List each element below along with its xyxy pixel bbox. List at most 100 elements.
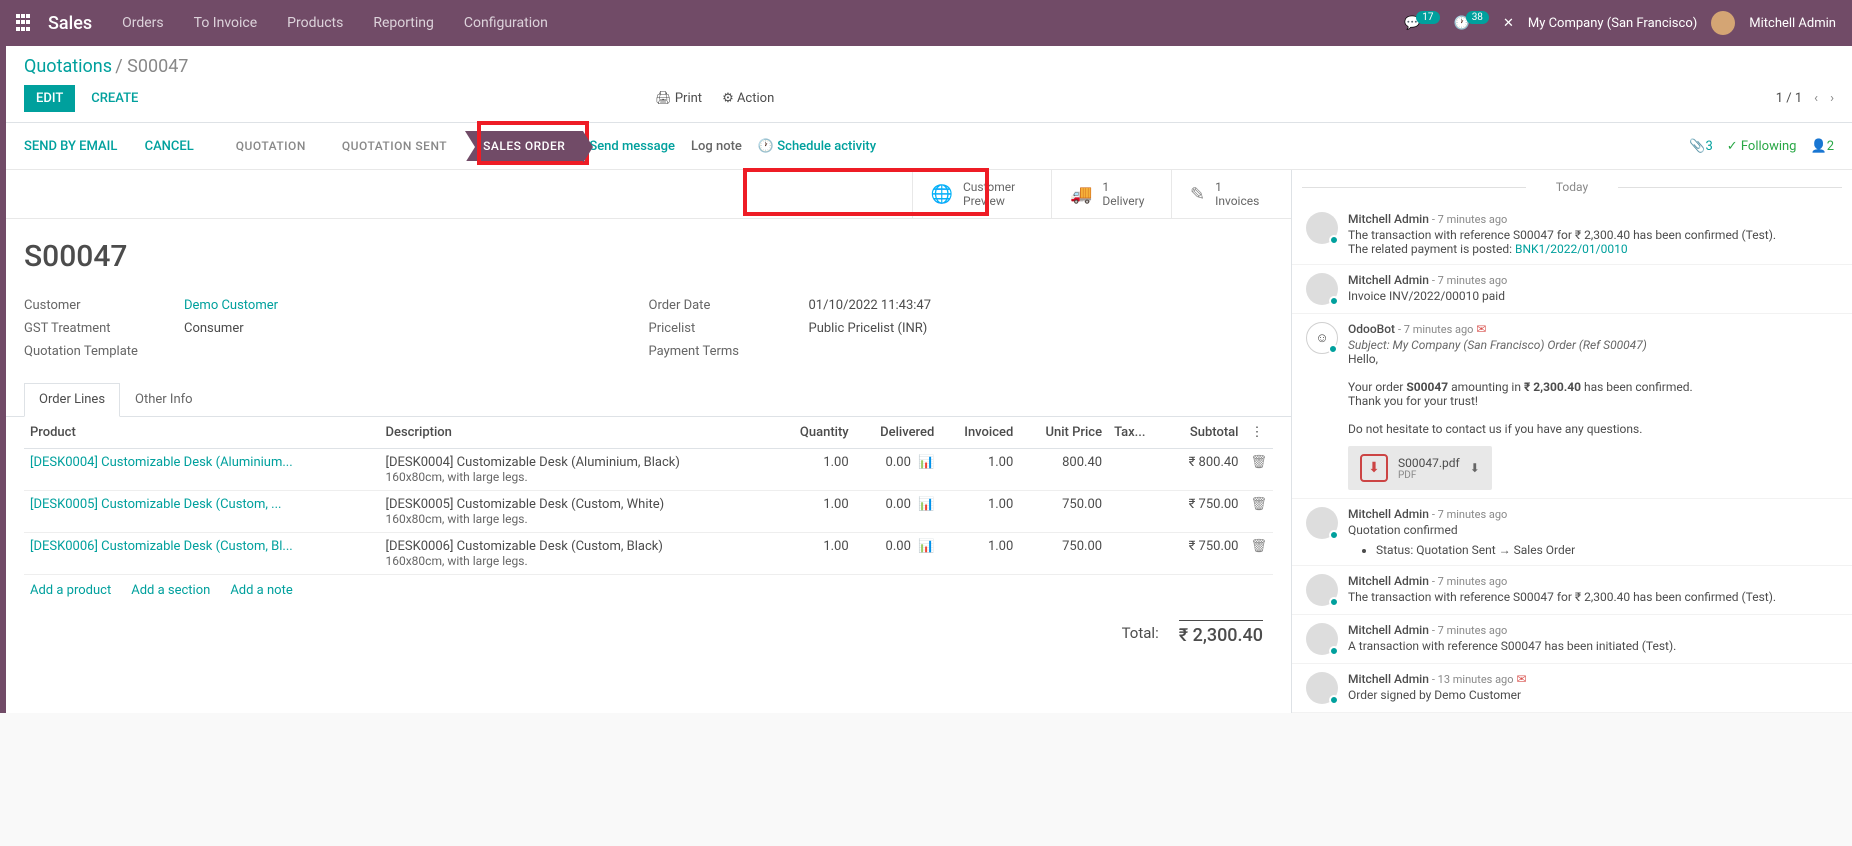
chatter-message: ☺OdooBot - 7 minutes ago ✉Subject: My Co… [1292, 314, 1852, 499]
avatar[interactable] [1306, 273, 1338, 305]
action-button[interactable]: ⚙ Action [722, 91, 774, 106]
avatar[interactable] [1711, 11, 1735, 35]
trash-icon[interactable]: 🗑 [1250, 497, 1267, 512]
apps-icon[interactable] [16, 14, 34, 32]
table-row[interactable]: [DESK0004] Customizable Desk (Aluminium.… [24, 449, 1273, 491]
log-note-button[interactable]: Log note [691, 139, 742, 154]
th-unit-price[interactable]: Unit Price [1019, 417, 1108, 449]
field-grid: CustomerDemo Customer GST TreatmentConsu… [6, 294, 1291, 383]
field-value[interactable]: Demo Customer [184, 298, 278, 313]
stat-invoices[interactable]: ✎ 1Invoices [1171, 170, 1291, 218]
status-bar: SEND BY EMAIL CANCEL QUOTATION QUOTATION… [6, 123, 1852, 170]
schedule-activity-button[interactable]: 🕐 Schedule activity [758, 139, 876, 154]
attachment-summary[interactable]: 📎3 [1689, 139, 1713, 154]
trash-icon[interactable]: 🗑 [1250, 539, 1267, 554]
create-button[interactable]: CREATE [91, 91, 138, 106]
edit-button[interactable]: EDIT [24, 85, 75, 112]
th-product[interactable]: Product [24, 417, 380, 449]
stage-sales-order[interactable]: SALES ORDER [465, 131, 583, 161]
avatar[interactable] [1306, 574, 1338, 606]
product-link[interactable]: [DESK0005] Customizable Desk (Custom, ..… [30, 497, 281, 512]
msg-author[interactable]: Mitchell Admin [1348, 672, 1429, 686]
stat-delivery[interactable]: 🚚 1Delivery [1051, 170, 1171, 218]
chart-icon[interactable]: 📊 [918, 455, 934, 470]
field-label: Order Date [649, 298, 809, 313]
menu-configuration[interactable]: Configuration [464, 15, 548, 31]
product-link[interactable]: [DESK0006] Customizable Desk (Custom, Bl… [30, 539, 293, 554]
close-icon[interactable]: ✕ [1503, 16, 1514, 31]
tab-other-info[interactable]: Other Info [120, 383, 208, 416]
trash-icon[interactable]: 🗑 [1250, 455, 1267, 470]
menu-reporting[interactable]: Reporting [373, 15, 434, 31]
tab-order-lines[interactable]: Order Lines [24, 383, 120, 417]
activity-badge[interactable]: 🕐38 [1454, 16, 1489, 31]
msg-author[interactable]: Mitchell Admin [1348, 212, 1429, 226]
msg-author[interactable]: Mitchell Admin [1348, 507, 1429, 521]
msg-author[interactable]: OdooBot [1348, 322, 1395, 336]
chatter-message: Mitchell Admin - 7 minutes agoThe transa… [1292, 204, 1852, 265]
attach-count: 3 [1705, 139, 1712, 154]
following-label: Following [1741, 139, 1797, 154]
th-description[interactable]: Description [380, 417, 777, 449]
print-icon: 🖨 [655, 91, 672, 106]
field-payment-terms: Payment Terms [649, 340, 1274, 363]
breadcrumb: Quotations / S00047 [6, 46, 1852, 79]
th-subtotal[interactable]: Subtotal [1164, 417, 1244, 449]
following-toggle[interactable]: ✓ Following [1727, 139, 1797, 154]
download-icon[interactable]: ⬇ [1470, 461, 1480, 475]
main-area: 🌐 Customer Preview 🚚 1Delivery ✎ 1Invoic… [6, 170, 1852, 713]
menu-products[interactable]: Products [287, 15, 343, 31]
description-line2: 160x80cm, with large legs. [386, 554, 771, 568]
chart-icon[interactable]: 📊 [918, 539, 934, 554]
attachment[interactable]: ⬇S00047.pdfPDF⬇ [1348, 446, 1492, 490]
msg-author[interactable]: Mitchell Admin [1348, 574, 1429, 588]
msg-content: Subject: My Company (San Francisco) Orde… [1348, 338, 1838, 490]
chat-badge[interactable]: 💬17 [1404, 16, 1439, 31]
th-menu[interactable]: ⋮ [1244, 417, 1273, 449]
user-name[interactable]: Mitchell Admin [1749, 16, 1836, 31]
send-message-button[interactable]: Send message [589, 139, 675, 154]
msg-time: - 7 minutes ago [1432, 575, 1507, 588]
breadcrumb-parent[interactable]: Quotations [24, 56, 112, 77]
add-section-link[interactable]: Add a section [131, 583, 210, 598]
pager-prev-icon[interactable]: ‹ [1814, 91, 1818, 106]
th-quantity[interactable]: Quantity [776, 417, 855, 449]
followers-count[interactable]: 👤2 [1811, 139, 1835, 154]
th-delivered[interactable]: Delivered [855, 417, 941, 449]
schedule-label: Schedule activity [777, 139, 876, 154]
msg-time: - 7 minutes ago [1432, 213, 1507, 226]
company-selector[interactable]: My Company (San Francisco) [1528, 16, 1697, 31]
cell-qty: 1.00 [776, 533, 855, 575]
envelope-icon: ✉ [1516, 672, 1526, 686]
cell-qty: 1.00 [776, 449, 855, 491]
product-link[interactable]: [DESK0004] Customizable Desk (Aluminium.… [30, 455, 293, 470]
msg-author[interactable]: Mitchell Admin [1348, 623, 1429, 637]
send-email-button[interactable]: SEND BY EMAIL [24, 139, 117, 154]
stat-delivery-label: Delivery [1102, 194, 1144, 208]
stat-customer-preview[interactable]: 🌐 Customer Preview [912, 170, 1051, 218]
add-note-link[interactable]: Add a note [230, 583, 292, 598]
stage-quotation[interactable]: QUOTATION [218, 131, 324, 161]
chart-icon[interactable]: 📊 [918, 497, 934, 512]
table-row[interactable]: [DESK0006] Customizable Desk (Custom, Bl… [24, 533, 1273, 575]
pager-next-icon[interactable]: › [1830, 91, 1834, 106]
pager-text: 1 / 1 [1776, 91, 1802, 106]
menu-orders[interactable]: Orders [122, 15, 164, 31]
stage-quotation-sent[interactable]: QUOTATION SENT [324, 131, 465, 161]
add-product-link[interactable]: Add a product [30, 583, 111, 598]
cancel-button[interactable]: CANCEL [145, 139, 194, 154]
avatar[interactable] [1306, 623, 1338, 655]
avatar[interactable] [1306, 672, 1338, 704]
msg-author[interactable]: Mitchell Admin [1348, 273, 1429, 287]
app-brand[interactable]: Sales [48, 13, 92, 34]
th-taxes[interactable]: Tax... [1108, 417, 1164, 449]
payment-link[interactable]: BNK1/2022/01/0010 [1515, 242, 1628, 256]
avatar[interactable] [1306, 212, 1338, 244]
clock-icon: 🕐 [758, 139, 774, 154]
avatar[interactable] [1306, 507, 1338, 539]
print-button[interactable]: 🖨 Print [655, 91, 702, 106]
avatar[interactable]: ☺ [1306, 322, 1338, 354]
menu-to-invoice[interactable]: To Invoice [194, 15, 258, 31]
table-row[interactable]: [DESK0005] Customizable Desk (Custom, ..… [24, 491, 1273, 533]
th-invoiced[interactable]: Invoiced [940, 417, 1019, 449]
